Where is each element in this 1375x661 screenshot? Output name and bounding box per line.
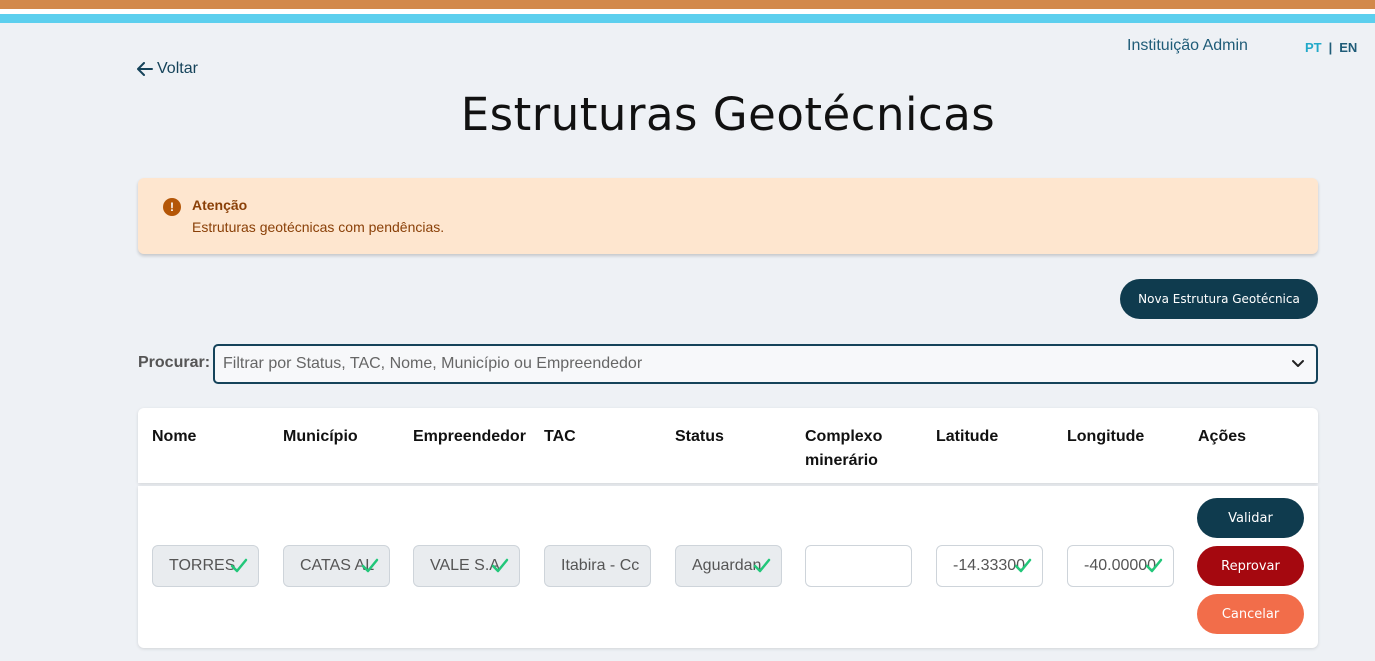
institution-admin-link[interactable]: Instituição Admin xyxy=(1127,37,1248,55)
column-header-empreendedor: Empreendedor xyxy=(413,428,526,445)
check-icon xyxy=(753,558,771,573)
search-select[interactable] xyxy=(213,344,1318,384)
latitude-field[interactable]: -14.33300 xyxy=(936,545,1043,587)
new-structure-button[interactable]: Nova Estrutura Geotécnica xyxy=(1120,279,1318,319)
page-title: Estruturas Geotécnicas xyxy=(460,88,996,141)
language-switcher: PT | EN xyxy=(1305,40,1357,55)
check-icon xyxy=(230,558,248,573)
cancel-button[interactable]: Cancelar xyxy=(1197,594,1304,634)
top-stripe-orange xyxy=(0,0,1375,9)
check-icon xyxy=(491,558,509,573)
tac-field[interactable]: Itabira - Cc xyxy=(544,545,651,587)
column-header-longitude: Longitude xyxy=(1067,428,1145,445)
status-value: Aguardan xyxy=(692,557,762,574)
warning-alert: ! Atenção Estruturas geotécnicas com pen… xyxy=(138,178,1318,254)
column-header-complexo: Complexo minerário xyxy=(805,428,883,469)
column-header-latitude: Latitude xyxy=(936,428,999,445)
table-header: Nome Município Empreendedor TAC Status C… xyxy=(138,408,1318,483)
municipio-field[interactable]: CATAS AL xyxy=(283,545,390,587)
check-icon xyxy=(1145,558,1163,573)
column-header-tac: TAC xyxy=(544,428,576,445)
empreendedor-field[interactable]: VALE S.A xyxy=(413,545,520,587)
check-icon xyxy=(1014,558,1032,573)
alert-message: Estruturas geotécnicas com pendências. xyxy=(192,219,445,235)
lang-separator: | xyxy=(1328,40,1333,55)
validate-button[interactable]: Validar xyxy=(1197,498,1304,538)
longitude-field[interactable]: -40.00000 xyxy=(1067,545,1174,587)
table-row: TORRES CATAS AL VALE S.A Itabira - Cc Ag… xyxy=(138,486,1318,648)
nome-value: TORRES xyxy=(169,557,236,574)
alert-title: Atenção xyxy=(192,197,248,213)
chevron-down-icon[interactable] xyxy=(1290,355,1306,371)
status-field[interactable]: Aguardan xyxy=(675,545,782,587)
column-header-municipio: Município xyxy=(283,428,358,445)
back-label: Voltar xyxy=(157,60,198,77)
column-header-nome: Nome xyxy=(152,428,197,445)
lang-pt[interactable]: PT xyxy=(1305,40,1322,55)
top-stripe-blue xyxy=(0,14,1375,23)
exclamation-circle-icon: ! xyxy=(163,198,181,216)
back-link[interactable]: Voltar xyxy=(137,60,198,78)
column-header-acoes: Ações xyxy=(1198,428,1247,445)
nome-field[interactable]: TORRES xyxy=(152,545,259,587)
arrow-left-icon xyxy=(137,62,153,76)
column-header-status: Status xyxy=(675,428,724,445)
reject-button[interactable]: Reprovar xyxy=(1197,546,1304,586)
lang-en[interactable]: EN xyxy=(1339,40,1357,55)
check-icon xyxy=(361,558,379,573)
search-input[interactable] xyxy=(223,354,1273,374)
empreendedor-value: VALE S.A xyxy=(430,557,500,574)
complexo-field[interactable] xyxy=(805,545,912,587)
search-label: Procurar: xyxy=(138,354,211,371)
tac-value: Itabira - Cc xyxy=(561,557,640,574)
